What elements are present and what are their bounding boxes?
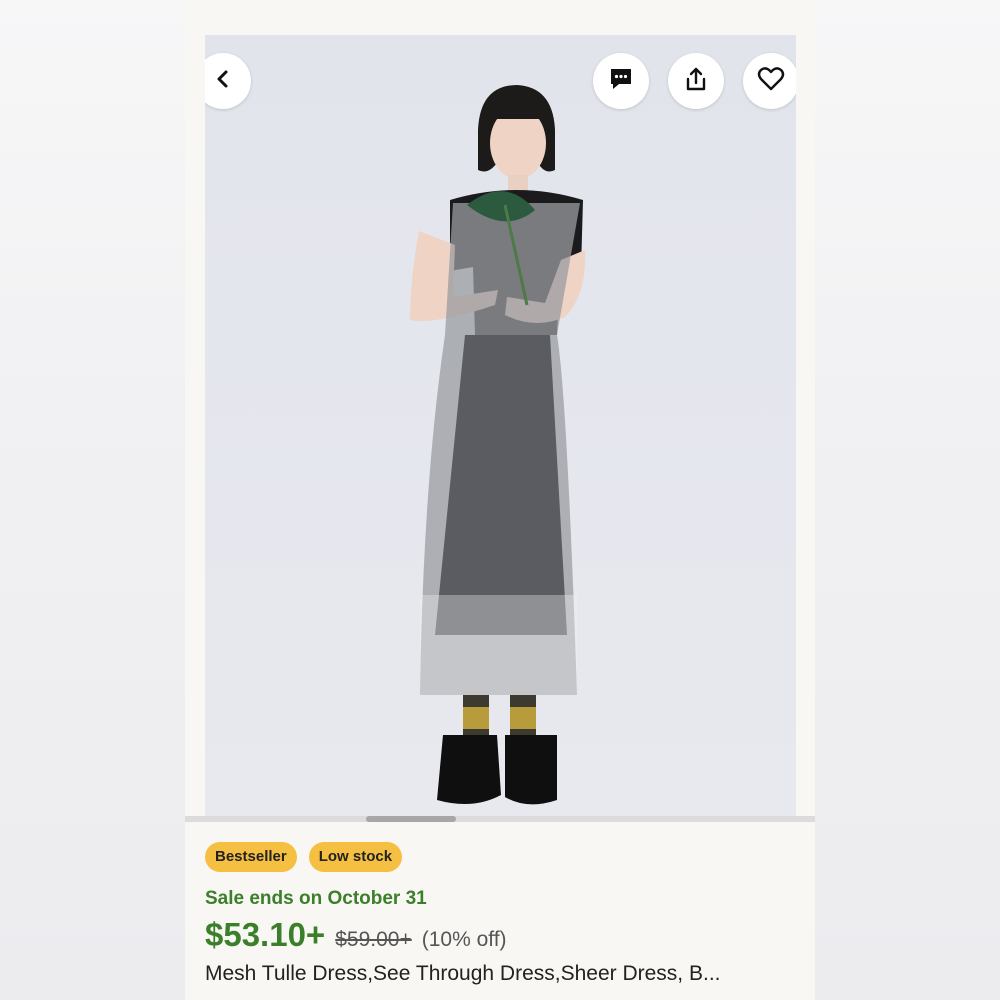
- badge-row: Bestseller Low stock: [205, 842, 403, 872]
- heart-icon: [756, 64, 786, 99]
- product-title[interactable]: Mesh Tulle Dress,See Through Dress,Sheer…: [205, 962, 805, 986]
- bestseller-badge: Bestseller: [205, 842, 297, 872]
- original-price: $59.00+: [335, 928, 412, 951]
- price-row: $53.10+ $59.00+ (10% off): [205, 916, 507, 954]
- sale-end-text: Sale ends on October 31: [205, 888, 427, 909]
- model-illustration: [205, 35, 796, 820]
- favorite-button[interactable]: [743, 53, 796, 109]
- discount-text: (10% off): [421, 928, 507, 951]
- background-left: [0, 0, 185, 1000]
- share-icon: [682, 65, 710, 98]
- chevron-left-icon: [213, 69, 233, 94]
- share-button[interactable]: [668, 53, 724, 109]
- message-seller-button[interactable]: [593, 53, 649, 109]
- image-carousel-indicator: [185, 816, 815, 822]
- product-photo[interactable]: [205, 35, 796, 820]
- background-right: [815, 0, 1000, 1000]
- carousel-indicator-thumb: [366, 816, 456, 822]
- message-icon: [607, 65, 635, 98]
- product-screen: Bestseller Low stock Sale ends on Octobe…: [185, 0, 815, 1000]
- current-price: $53.10+: [205, 916, 326, 953]
- low-stock-badge: Low stock: [308, 842, 403, 872]
